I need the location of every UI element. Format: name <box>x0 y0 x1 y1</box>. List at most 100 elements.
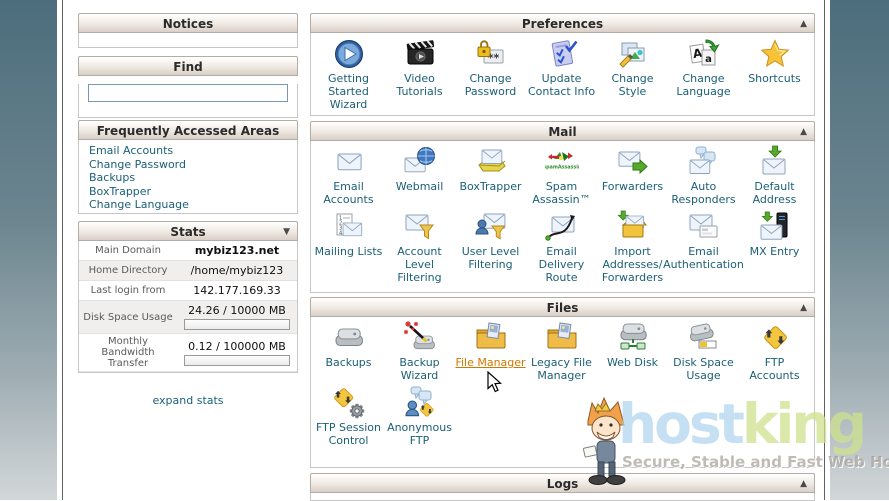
app-item-label[interactable]: Legacy File Manager <box>526 356 597 382</box>
app-item-label[interactable]: FTP Session Control <box>313 421 384 447</box>
app-item-ftp-accounts[interactable]: FTP Accounts <box>739 321 810 382</box>
app-item-label[interactable]: Import Addresses/ Forwarders <box>597 245 668 284</box>
app-item-label[interactable]: Anonymous FTP <box>384 421 455 447</box>
app-item-label[interactable]: Email Authentication <box>663 245 744 271</box>
change-style-icon[interactable] <box>616 37 650 71</box>
app-item-mx-entry[interactable]: MX Entry <box>739 210 810 284</box>
app-item-label[interactable]: Account Level Filtering <box>384 245 455 284</box>
app-item-default-address[interactable]: Default Address <box>739 145 810 206</box>
app-item-label[interactable]: Default Address <box>739 180 810 206</box>
app-item-label[interactable]: Web Disk <box>607 356 658 369</box>
change-password-icon[interactable]: ** <box>474 37 508 71</box>
preferences-collapse-arrow-icon[interactable]: ▲ <box>800 14 807 34</box>
app-item-label[interactable]: MX Entry <box>750 245 800 258</box>
app-item-label[interactable]: Email Accounts <box>313 180 384 206</box>
app-item-change-style[interactable]: Change Style <box>597 37 668 111</box>
frequent-link-backups[interactable]: Backups <box>79 171 297 185</box>
app-item-video-tutorials[interactable]: Video Tutorials <box>384 37 455 111</box>
app-item-label[interactable]: FTP Accounts <box>739 356 810 382</box>
update-contact-info-icon[interactable] <box>545 37 579 71</box>
app-item-backup-wizard[interactable]: Backup Wizard <box>384 321 455 382</box>
forwarders-icon[interactable] <box>616 145 650 179</box>
app-item-auto-responders[interactable]: Auto Responders <box>668 145 739 206</box>
app-item-anonymous-ftp[interactable]: Anonymous FTP <box>384 386 455 447</box>
mailing-lists-icon[interactable]: 1234 <box>332 210 366 244</box>
app-item-label[interactable]: Mailing Lists <box>315 245 383 258</box>
app-item-disk-space-usage[interactable]: Disk Space Usage <box>668 321 739 382</box>
app-item-user-level-filtering[interactable]: User Level Filtering <box>455 210 526 284</box>
frequent-link-email-accounts[interactable]: Email Accounts <box>79 144 297 158</box>
video-tutorials-icon[interactable] <box>403 37 437 71</box>
disk-space-usage-icon[interactable] <box>687 321 721 355</box>
app-item-email-authentication[interactable]: Email Authentication <box>663 210 744 284</box>
account-level-filtering-icon[interactable] <box>403 210 437 244</box>
app-item-label[interactable]: Update Contact Info <box>526 72 597 98</box>
app-item-label[interactable]: Change Language <box>668 72 739 98</box>
app-item-legacy-file-manager[interactable]: Legacy File Manager <box>526 321 597 382</box>
app-item-label[interactable]: Email Delivery Route <box>526 245 597 284</box>
app-item-label[interactable]: Change Style <box>597 72 668 98</box>
app-item-forwarders[interactable]: Forwarders <box>597 145 668 206</box>
app-item-getting-started-wizard[interactable]: Getting Started Wizard <box>313 37 384 111</box>
getting-started-wizard-icon[interactable] <box>332 37 366 71</box>
file-manager-icon[interactable] <box>474 321 508 355</box>
email-authentication-icon[interactable] <box>687 210 721 244</box>
app-item-account-level-filtering[interactable]: Account Level Filtering <box>384 210 455 284</box>
expand-stats-link[interactable]: expand stats <box>152 394 223 407</box>
app-item-label[interactable]: Video Tutorials <box>384 72 455 98</box>
app-item-label[interactable]: BoxTrapper <box>459 180 521 193</box>
app-item-shortcuts[interactable]: Shortcuts <box>739 37 810 111</box>
app-item-import-addresses-forwarders[interactable]: Import Addresses/ Forwarders <box>597 210 668 284</box>
app-item-label[interactable]: Auto Responders <box>668 180 739 206</box>
app-item-mailing-lists[interactable]: 1 2 3 4 Mailing Lists <box>313 210 384 284</box>
backups-icon[interactable] <box>332 321 366 355</box>
app-item-label[interactable]: Shortcuts <box>748 72 801 85</box>
ftp-accounts-icon[interactable] <box>758 321 792 355</box>
shortcuts-icon[interactable] <box>758 37 792 71</box>
app-item-spam-assassin[interactable]: SpamAssassin Spam Assassin™ <box>526 145 597 206</box>
change-language-icon[interactable]: Aa <box>687 37 721 71</box>
app-item-label[interactable]: Getting Started Wizard <box>313 72 384 111</box>
app-item-web-disk[interactable]: Web Disk <box>597 321 668 382</box>
user-level-filtering-icon[interactable] <box>474 210 508 244</box>
app-item-change-password[interactable]: ** Change Password <box>455 37 526 111</box>
auto-responders-icon[interactable] <box>687 145 721 179</box>
ftp-session-control-icon[interactable] <box>332 386 366 420</box>
spam-assassin-icon[interactable]: SpamAssassin <box>542 145 581 179</box>
app-item-label[interactable]: Forwarders <box>602 180 663 193</box>
default-address-icon[interactable] <box>758 145 792 179</box>
mx-entry-icon[interactable] <box>758 210 792 244</box>
app-item-label[interactable]: Disk Space Usage <box>668 356 739 382</box>
app-item-label[interactable]: Change Password <box>455 72 526 98</box>
boxtrapper-icon[interactable] <box>474 145 508 179</box>
app-item-email-accounts[interactable]: Email Accounts <box>313 145 384 206</box>
stats-collapse-arrow-icon[interactable]: ▼ <box>283 222 290 242</box>
app-item-ftp-session-control[interactable]: FTP Session Control <box>313 386 384 447</box>
mail-collapse-arrow-icon[interactable]: ▲ <box>800 122 807 142</box>
app-item-label[interactable]: Backup Wizard <box>384 356 455 382</box>
app-item-webmail[interactable]: Webmail <box>384 145 455 206</box>
app-item-email-delivery-route[interactable]: Email Delivery Route <box>526 210 597 284</box>
web-disk-icon[interactable] <box>616 321 650 355</box>
email-delivery-route-icon[interactable] <box>544 210 579 244</box>
app-item-label[interactable]: File Manager <box>455 356 525 369</box>
app-item-label[interactable]: Webmail <box>396 180 444 193</box>
app-item-label[interactable]: User Level Filtering <box>455 245 526 271</box>
import-addresses-icon[interactable] <box>616 210 650 244</box>
frequent-link-change-language[interactable]: Change Language <box>79 198 297 212</box>
files-collapse-arrow-icon[interactable]: ▲ <box>800 298 807 318</box>
app-item-update-contact-info[interactable]: Update Contact Info <box>526 37 597 111</box>
frequent-link-change-password[interactable]: Change Password <box>79 158 297 172</box>
logs-collapse-arrow-icon[interactable]: ▲ <box>800 474 807 494</box>
app-item-label[interactable]: Backups <box>325 356 371 369</box>
app-item-backups[interactable]: Backups <box>313 321 384 382</box>
app-item-label[interactable]: Spam Assassin™ <box>526 180 597 206</box>
legacy-file-manager-icon[interactable] <box>545 321 579 355</box>
backup-wizard-icon[interactable] <box>403 321 437 355</box>
app-item-change-language[interactable]: Aa Change Language <box>668 37 739 111</box>
frequent-link-boxtrapper[interactable]: BoxTrapper <box>79 185 297 199</box>
email-accounts-icon[interactable] <box>332 145 366 179</box>
find-input[interactable] <box>88 84 288 102</box>
anonymous-ftp-icon[interactable] <box>403 386 437 420</box>
webmail-icon[interactable] <box>403 145 437 179</box>
